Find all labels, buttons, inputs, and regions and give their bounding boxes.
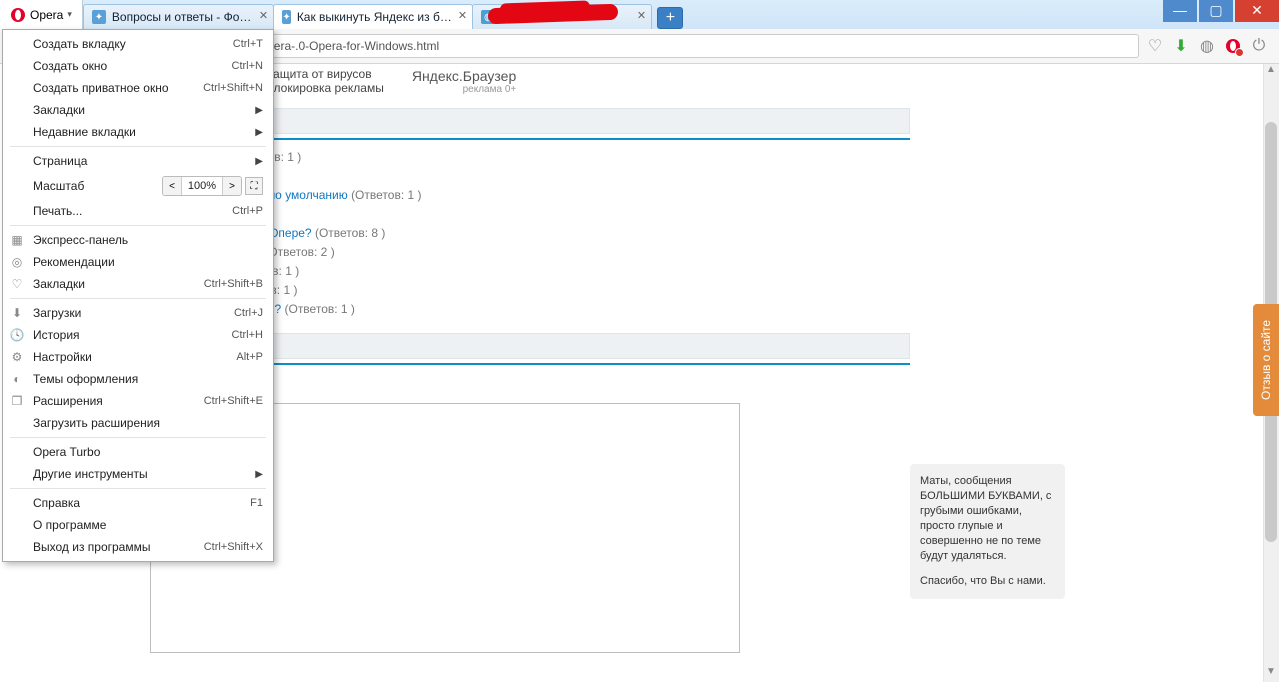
menu-separator	[10, 298, 266, 299]
opera-menu-label: Opera	[30, 8, 63, 22]
window-controls: — ▢ ✕	[1163, 0, 1279, 22]
menu-more-tools[interactable]: Другие инструменты▶	[3, 463, 273, 485]
menu-bookmarks-sub[interactable]: Закладки▶	[3, 99, 273, 121]
close-window-button[interactable]: ✕	[1235, 0, 1279, 22]
opera-menu-button[interactable]: Opera ▾	[0, 0, 83, 29]
menu-downloads[interactable]: ⬇ЗагрузкиCtrl+J	[3, 302, 273, 324]
list-item: узку картинок в Опере? (Ответов: 1 )	[150, 300, 1259, 319]
title-bar: Opera ▾ ✦ Вопросы и ответы - Фо… ✕ ✦ Как…	[0, 0, 1279, 29]
new-tab-button[interactable]: +	[657, 7, 683, 29]
zoom-out-button[interactable]: <	[163, 177, 181, 195]
favicon-icon: ✦	[282, 10, 290, 24]
menu-exit[interactable]: Выход из программыCtrl+Shift+X	[3, 536, 273, 558]
ad-banner[interactable]: АТЬ ★Защита от вирусов ★Блокировка рекла…	[150, 64, 1259, 98]
favicon-icon: ✦	[92, 10, 106, 24]
chevron-right-icon: ▶	[255, 469, 263, 480]
download-arrow-icon[interactable]: ⬇	[1171, 36, 1191, 56]
menu-about[interactable]: О программе	[3, 514, 273, 536]
opera-logo-icon	[10, 7, 26, 23]
zoom-in-button[interactable]: >	[223, 177, 241, 195]
menu-themes[interactable]: ◐Темы оформления	[3, 368, 273, 390]
list-item: и из опера 26 (Ответов: 1 )	[150, 262, 1259, 281]
opera-menu: Создать вкладкуCtrl+T Создать окноCtrl+N…	[2, 29, 274, 562]
heart-icon: ♡	[9, 277, 25, 291]
menu-print[interactable]: Печать...Ctrl+P	[3, 200, 273, 222]
menu-new-window[interactable]: Создать окноCtrl+N	[3, 55, 273, 77]
paint-icon: ◐	[9, 372, 25, 386]
menu-recent-tabs[interactable]: Недавние вкладки▶	[3, 121, 273, 143]
tab-title: Как выкинуть Яндекс из б…	[297, 10, 452, 24]
tab-title: Вопросы и ответы - Фо…	[112, 10, 252, 24]
menu-extensions[interactable]: ❒РасширенияCtrl+Shift+E	[3, 390, 273, 412]
chevron-down-icon: ▾	[67, 9, 72, 20]
menu-get-extensions[interactable]: Загрузить расширения	[3, 412, 273, 434]
list-item: авить браузер оперу по умолчанию (Ответо…	[150, 186, 1259, 205]
list-item: йки из Opera 12.14? (Ответов: 2 )	[150, 243, 1259, 262]
close-icon[interactable]: ✕	[257, 10, 269, 22]
menu-settings[interactable]: ⚙НастройкиAlt+P	[3, 346, 273, 368]
list-item: етов: 1 )	[150, 205, 1259, 224]
menu-separator	[10, 146, 266, 147]
minimize-button[interactable]: —	[1163, 0, 1197, 22]
menu-page[interactable]: Страница▶	[3, 150, 273, 172]
heart-icon[interactable]: ♡	[1145, 36, 1165, 56]
menu-separator	[10, 488, 266, 489]
menu-bookmarks[interactable]: ♡ЗакладкиCtrl+Shift+B	[3, 273, 273, 295]
menu-new-private[interactable]: Создать приватное окноCtrl+Shift+N	[3, 77, 273, 99]
question-list: Оперы в О-17 (Ответов: 1 ) (Ответов: 1 )…	[150, 148, 1259, 319]
compass-icon: ◎	[9, 255, 25, 269]
menu-help[interactable]: СправкаF1	[3, 492, 273, 514]
editor-toolbar: 📎 ❝ ☺ ▶ ?	[150, 375, 1259, 401]
tab-2-active[interactable]: ✦ Как выкинуть Яндекс из б… ✕	[273, 4, 473, 29]
menu-turbo[interactable]: Opera Turbo	[3, 441, 273, 463]
menu-speed-dial[interactable]: ▦Экспресс-панель	[3, 229, 273, 251]
close-icon[interactable]: ✕	[456, 10, 468, 22]
grid-icon: ▦	[9, 233, 25, 247]
menu-zoom[interactable]: Масштаб < 100% > ⛶	[3, 172, 273, 200]
zoom-controls: < 100% >	[162, 176, 242, 196]
list-item: сторию посещений в Опере? (Ответов: 8 )	[150, 224, 1259, 243]
ad-brand: Яндекс.Браузер реклама 0+	[412, 68, 516, 95]
list-item: (Ответов: 1 )	[150, 167, 1259, 186]
menu-discover[interactable]: ◎Рекомендации	[3, 251, 273, 273]
menu-separator	[10, 437, 266, 438]
download-icon: ⬇	[9, 306, 25, 320]
list-item: Оперы в О-17 (Ответов: 1 )	[150, 148, 1259, 167]
opera-ext-icon[interactable]	[1223, 36, 1243, 56]
zoom-fullscreen-button[interactable]: ⛶	[245, 177, 263, 195]
zoom-value: 100%	[181, 177, 223, 195]
puzzle-icon: ❒	[9, 394, 25, 408]
power-icon[interactable]: ⏻	[1249, 36, 1269, 56]
clock-icon: 🕓	[9, 328, 25, 342]
menu-new-tab[interactable]: Создать вкладкуCtrl+T	[3, 33, 273, 55]
tab-1[interactable]: ✦ Вопросы и ответы - Фо… ✕	[83, 4, 275, 29]
chevron-right-icon: ▶	[255, 105, 263, 116]
chevron-right-icon: ▶	[255, 156, 263, 167]
maximize-button[interactable]: ▢	[1199, 0, 1233, 22]
chevron-right-icon: ▶	[255, 127, 263, 138]
list-item: из браузера? (Ответов: 1 )	[150, 281, 1259, 300]
close-icon[interactable]: ✕	[635, 10, 647, 22]
menu-separator	[10, 225, 266, 226]
globe-icon[interactable]: ◍	[1197, 36, 1217, 56]
menu-history[interactable]: 🕓ИсторияCtrl+H	[3, 324, 273, 346]
moderation-note: Маты, сообщения БОЛЬШИМИ БУКВАМИ, с груб…	[910, 464, 1065, 599]
gear-icon: ⚙	[9, 350, 25, 364]
